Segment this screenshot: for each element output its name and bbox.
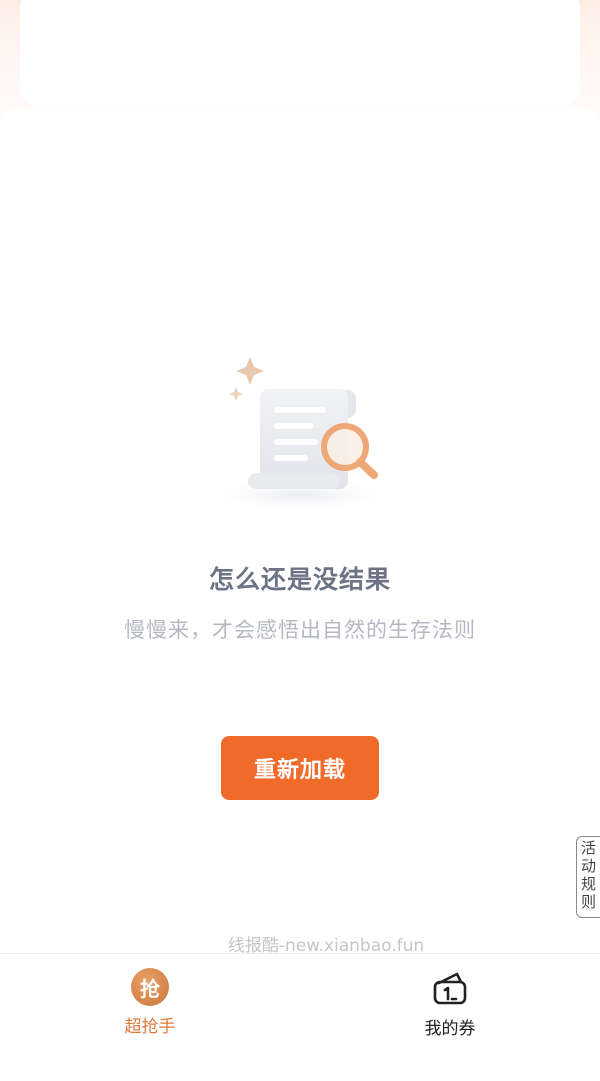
content-sheet (0, 108, 600, 953)
tab-label-my-coupons: 我的券 (424, 1019, 476, 1039)
grab-badge-icon: 抢 (131, 968, 169, 1006)
search-document-icon (195, 357, 405, 513)
wallet-icon (433, 972, 467, 1005)
empty-state-title: 怎么还是没结果 (208, 565, 391, 594)
tab-label-super-grab: 超抢手 (124, 1017, 176, 1037)
empty-state-subtitle: 慢慢来，才会感悟出自然的生存法则 (124, 618, 476, 642)
page: 怎么还是没结果 慢慢来，才会感悟出自然的生存法则 重新加载 活动规则 线报酷-n… (0, 0, 600, 1081)
tab-super-grab[interactable]: 抢 超抢手 (90, 968, 210, 1048)
grab-badge-glyph: 抢 (140, 976, 160, 1001)
bottom-tab-bar: 抢 超抢手 我的券 (0, 953, 600, 1081)
activity-rules-tab[interactable]: 活动规则 (576, 836, 600, 918)
top-card (20, 0, 580, 106)
tab-my-coupons[interactable]: 我的券 (390, 968, 510, 1048)
reload-button[interactable]: 重新加载 (221, 736, 379, 800)
